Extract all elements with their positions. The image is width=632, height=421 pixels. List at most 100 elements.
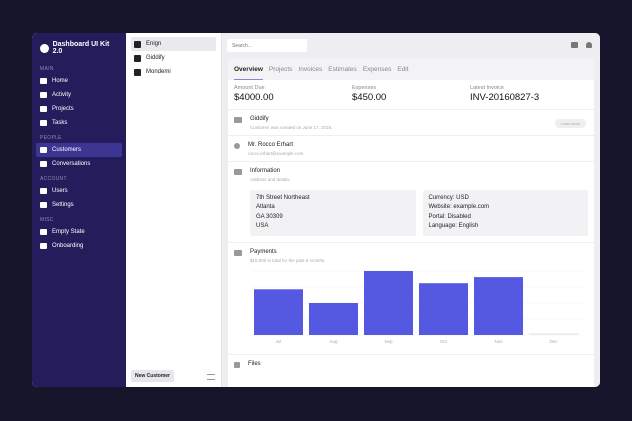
detail-line: Portal: Disabled xyxy=(428,213,471,220)
company-logo-icon xyxy=(134,54,141,62)
address-box: 7th Street Northeast Atlanta GA 30309 USA xyxy=(250,190,416,236)
layout-icon[interactable] xyxy=(571,42,578,48)
stat-value: $450.00 xyxy=(352,92,387,103)
lock-icon xyxy=(40,243,47,249)
sidebar-item-label: Empty State xyxy=(52,229,85,235)
gear-icon xyxy=(40,202,47,208)
company-badge[interactable]: Load more xyxy=(554,119,586,128)
main-content: Overview Projects Invoices Estimates Expense… xyxy=(222,33,600,387)
bar-sep[interactable] xyxy=(364,271,413,335)
sidebar-item-onboarding[interactable]: Onboarding xyxy=(36,239,122,253)
stats-row: Amount Due $4000.00 Expenses $450.00 Latest … xyxy=(228,80,594,110)
card-icon xyxy=(234,169,242,175)
x-tick-label: Aug xyxy=(329,339,338,344)
tab-edit[interactable]: Edit xyxy=(397,66,408,73)
filter-icon[interactable] xyxy=(207,374,215,380)
nav-section-title: PEOPLE xyxy=(40,135,62,141)
bar-oct[interactable] xyxy=(419,283,468,335)
sidebar-item-label: Users xyxy=(52,188,68,194)
customer-item[interactable]: Giddify xyxy=(131,51,216,65)
company-name: Giddify xyxy=(250,116,269,122)
tasks-icon xyxy=(40,120,47,126)
customer-item[interactable]: Mondemi xyxy=(131,65,216,79)
contact-email[interactable]: rocco.erhart@example.com xyxy=(248,151,303,156)
nav-section-title: MISC xyxy=(40,217,54,223)
sidebar-item-customers[interactable]: Customers xyxy=(36,143,122,157)
payments-title: Payments xyxy=(250,249,277,255)
bell-icon[interactable] xyxy=(586,42,592,48)
customer-name: Giddify xyxy=(146,55,165,61)
x-tick-label: Nov xyxy=(494,339,503,344)
contact-name: Mr. Rocco Erhart xyxy=(248,142,294,148)
files-title: Files xyxy=(248,361,261,367)
sidebar-item-empty-state[interactable]: Empty State xyxy=(36,225,122,239)
person-icon xyxy=(234,143,240,149)
x-tick-label: Dec xyxy=(549,339,558,344)
tab-expenses[interactable]: Expenses xyxy=(363,66,392,73)
sidebar: Dashboard UI Kit 2.0 MAIN Home Activity Pro… xyxy=(32,33,126,387)
stat-value: $4000.00 xyxy=(234,92,274,103)
customers-icon xyxy=(40,147,47,153)
sidebar-item-settings[interactable]: Settings xyxy=(36,198,122,212)
tab-estimates[interactable]: Estimates xyxy=(328,66,357,73)
contact-row: Mr. Rocco Erhart rocco.erhart@example.com xyxy=(228,136,594,162)
stat: Expenses $450.00 xyxy=(352,85,470,104)
stat-value: INV-20160827-3 xyxy=(470,92,540,103)
tab-overview[interactable]: Overview xyxy=(234,66,263,80)
address-line: Atlanta xyxy=(256,204,275,211)
information-sub: Address and details. xyxy=(250,177,291,182)
payments-section: Payments $16,600 in total for the past 6 … xyxy=(228,243,594,355)
tab-invoices[interactable]: Invoices xyxy=(298,66,322,73)
payment-icon xyxy=(234,250,242,256)
stat-label: Expenses xyxy=(352,85,377,91)
files-row: Files xyxy=(228,355,594,373)
address-line: USA xyxy=(256,222,269,229)
information-section: Information Address and details. 7th Stre… xyxy=(228,162,594,243)
activity-icon xyxy=(40,92,47,98)
file-icon xyxy=(234,362,240,368)
search-input[interactable] xyxy=(227,39,307,52)
sidebar-item-label: Home xyxy=(52,78,69,84)
sidebar-item-label: Onboarding xyxy=(52,243,84,249)
x-tick-label: Oct xyxy=(440,339,448,344)
detail-line: Language: English xyxy=(428,222,479,229)
nav-section-title: ACCOUNT xyxy=(40,176,67,182)
detail-line: Website: example.com xyxy=(428,204,490,211)
company-logo-icon xyxy=(134,68,141,76)
building-icon xyxy=(234,117,242,123)
tab-projects[interactable]: Projects xyxy=(269,66,292,73)
address-line: GA 30309 xyxy=(256,213,283,220)
pin-icon xyxy=(40,229,47,235)
stat: Latest Invoice INV-20160827-3 xyxy=(470,85,588,104)
app-window: Dashboard UI Kit 2.0 MAIN Home Activity Pro… xyxy=(32,33,600,387)
sidebar-item-conversations[interactable]: Conversations xyxy=(36,157,122,171)
bar-aug[interactable] xyxy=(309,303,358,335)
sidebar-item-label: Customers xyxy=(52,147,82,153)
customer-name: Enign xyxy=(146,41,162,47)
sidebar-item-label: Conversations xyxy=(52,161,91,167)
sidebar-item-activity[interactable]: Activity xyxy=(36,88,122,102)
detail-line: Currency: USD xyxy=(428,195,469,201)
customer-list: Enign Giddify Mondemi New Customer xyxy=(126,33,222,387)
sidebar-item-tasks[interactable]: Tasks xyxy=(36,116,122,130)
sidebar-item-users[interactable]: Users xyxy=(36,184,122,198)
address-line: 7th Street Northeast xyxy=(256,195,310,201)
bar-jul[interactable] xyxy=(254,289,303,335)
customer-item[interactable]: Enign xyxy=(131,37,216,51)
sidebar-item-label: Tasks xyxy=(52,120,68,126)
user-icon xyxy=(40,188,47,194)
stat: Amount Due $4000.00 xyxy=(234,85,352,104)
sidebar-item-label: Settings xyxy=(52,202,74,208)
x-tick-label: Jul xyxy=(276,339,282,344)
stat-label: Amount Due xyxy=(234,85,265,91)
details-box: Currency: USD Website: example.com Portal:… xyxy=(422,190,588,236)
new-customer-button[interactable]: New Customer xyxy=(131,370,175,382)
brand-name: Dashboard UI Kit 2.0 xyxy=(52,41,110,55)
sidebar-item-home[interactable]: Home xyxy=(36,74,122,88)
bar-dec[interactable] xyxy=(529,333,578,335)
folder-icon xyxy=(40,106,47,112)
bar-nov[interactable] xyxy=(474,277,523,335)
brand[interactable]: Dashboard UI Kit 2.0 xyxy=(36,39,122,61)
sidebar-item-projects[interactable]: Projects xyxy=(36,102,122,116)
chat-icon xyxy=(40,161,47,167)
